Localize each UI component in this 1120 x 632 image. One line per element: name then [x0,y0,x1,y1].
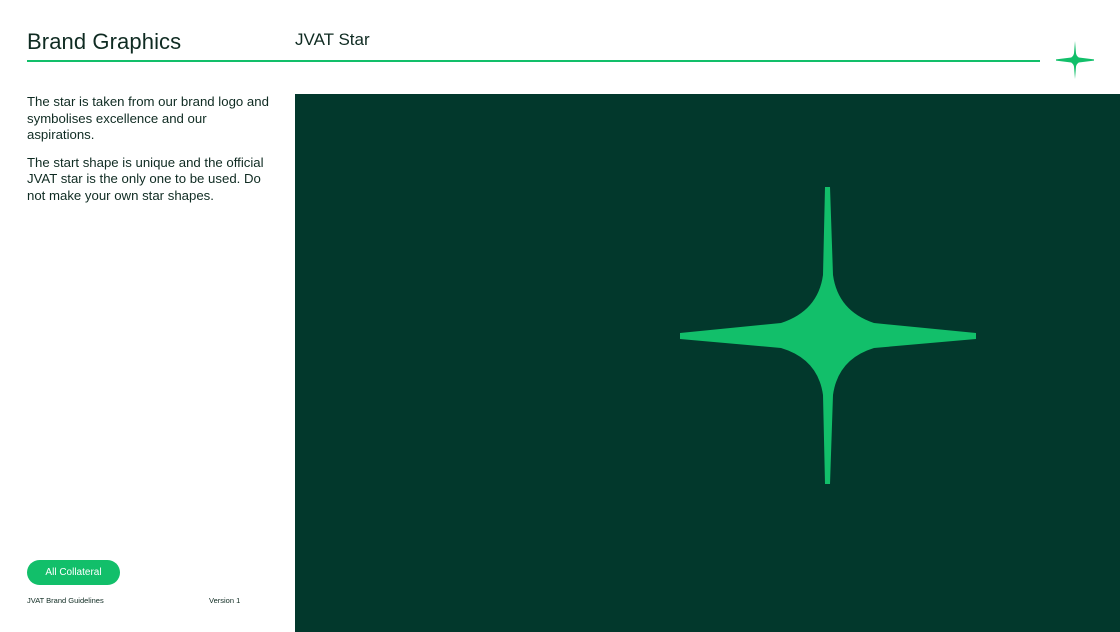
jvat-star-graphic [680,187,976,484]
star-icon [1056,41,1094,79]
section-title: Brand Graphics [27,29,182,54]
all-collateral-button[interactable]: All Collateral [27,560,120,585]
document-name: JVAT Brand Guidelines [27,596,104,605]
header-divider [27,60,1040,62]
page-title: JVAT Star [295,30,370,49]
intro-paragraph-1: The star is taken from our brand logo an… [27,94,269,142]
intro-text: The star is taken from our brand logo an… [27,94,277,215]
brand-guidelines-page: Brand Graphics JVAT Star The star is tak… [0,0,1120,632]
version-label: Version 1 [209,596,241,605]
intro-paragraph-2: The start shape is unique and the offici… [27,154,264,203]
star-showcase-panel [295,94,1120,632]
